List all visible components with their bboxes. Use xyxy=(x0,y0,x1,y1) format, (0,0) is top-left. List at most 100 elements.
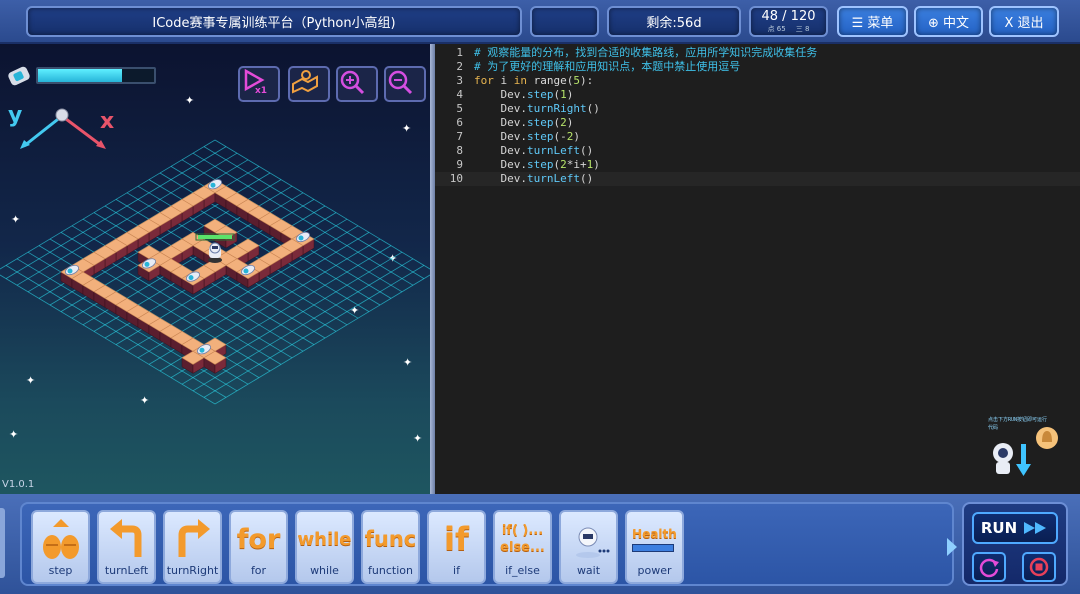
blank-panel xyxy=(530,6,599,37)
game-view: ✦ ✦ ✦ ✦ ✦ ✦ ✦ ✦ ✦ ✦ y x x1 V1.0.1 xyxy=(0,44,430,494)
speed-button[interactable]: x1 xyxy=(238,66,280,102)
zoom-in-button[interactable] xyxy=(336,66,378,102)
while-icon: while xyxy=(297,528,352,550)
star: ✦ xyxy=(350,304,359,317)
axis-y-label: y xyxy=(8,103,22,128)
line-number: 2 xyxy=(456,60,463,73)
run-button[interactable]: RUN xyxy=(972,512,1058,544)
map-button[interactable] xyxy=(288,66,330,102)
stop-button[interactable] xyxy=(1022,552,1056,582)
star: ✦ xyxy=(402,122,411,135)
speed-icon: x1 xyxy=(244,68,267,94)
reset-button[interactable] xyxy=(972,552,1006,582)
star: ✦ xyxy=(388,252,397,265)
bottom-bar: step turnLeft turnRight for for while while fun… xyxy=(0,494,1080,594)
line-number: 7 xyxy=(456,130,463,143)
if-icon: if xyxy=(444,520,469,558)
block-wait[interactable]: wait xyxy=(559,510,618,584)
block-turnright[interactable]: turnRight xyxy=(163,510,222,584)
code-line[interactable]: 2 # 为了更好的理解和应用知识点，本题中禁止使用逗号 xyxy=(435,60,1080,74)
code-text: Dev.step(2*i+1) xyxy=(500,158,600,171)
block-label: turnLeft xyxy=(104,564,149,577)
progress-count: 48 / 120 xyxy=(761,9,816,24)
block-label: function xyxy=(368,564,413,577)
line-number: 3 xyxy=(456,74,463,87)
block-label: for xyxy=(250,564,267,577)
zoom-out-button[interactable] xyxy=(384,66,426,102)
menu-button[interactable]: ☰ 菜单 xyxy=(837,6,908,37)
code-text: # 观察能量的分布，找到合适的收集路线，应用所学知识完成收集任务 xyxy=(474,46,818,59)
code-editor[interactable]: 1 # 观察能量的分布，找到合适的收集路线，应用所学知识完成收集任务 2 # 为了更好… xyxy=(435,44,1080,494)
code-line[interactable]: 1 # 观察能量的分布，找到合适的收集路线，应用所学知识完成收集任务 xyxy=(435,46,1080,60)
fast-forward-icon xyxy=(1024,522,1047,534)
code-line[interactable]: 3 for i in range(5): xyxy=(435,74,1080,88)
language-button[interactable]: ⊕ 中文 xyxy=(914,6,983,37)
code-block-tray: step turnLeft turnRight for for while while fun… xyxy=(20,502,954,586)
line-number: 8 xyxy=(456,144,463,157)
run-hint: 点击下方RUN按钮即可运行代码 xyxy=(988,416,1074,486)
map-icon xyxy=(292,70,318,94)
game-scene: ✦ ✦ ✦ ✦ ✦ ✦ ✦ ✦ ✦ ✦ y x xyxy=(0,94,430,445)
code-line[interactable]: 5 Dev.turnRight() xyxy=(435,102,1080,116)
zoom-out-icon xyxy=(388,70,413,95)
progress-stats: 点 65 三 8 xyxy=(768,26,810,33)
star: ✦ xyxy=(140,394,149,407)
block-step[interactable]: step xyxy=(31,510,90,584)
code-text: Dev.turnRight() xyxy=(500,102,600,115)
block-power[interactable]: Health power xyxy=(625,510,684,584)
zoom-in-icon xyxy=(340,70,365,95)
wait-icon xyxy=(561,514,616,564)
line-number: 10 xyxy=(449,172,463,185)
star: ✦ xyxy=(9,428,18,441)
code-text: Dev.step(1) xyxy=(500,88,574,101)
block-label: while xyxy=(310,564,339,577)
block-if-else[interactable]: if( )... else... if_else xyxy=(493,510,552,584)
block-for[interactable]: for for xyxy=(229,510,288,584)
star: ✦ xyxy=(403,356,412,369)
code-line[interactable]: 7 Dev.step(-2) xyxy=(435,130,1080,144)
version-label: V1.0.1 xyxy=(2,479,35,490)
star: ✦ xyxy=(26,374,35,387)
remaining-time: 剩余:56d xyxy=(607,6,741,37)
code-text: Dev.turnLeft() xyxy=(500,144,594,157)
code-text: for i in range(5): xyxy=(474,74,594,87)
tray-scroll-arrow-icon[interactable] xyxy=(945,536,959,558)
star: ✦ xyxy=(185,94,194,107)
refresh-icon xyxy=(979,558,999,578)
code-line[interactable]: 6 Dev.step(2) xyxy=(435,116,1080,130)
block-label: turnRight xyxy=(166,564,219,577)
line-number: 4 xyxy=(456,88,463,101)
block-label: if xyxy=(453,564,460,577)
block-label: if_else xyxy=(505,564,540,577)
block-turnleft[interactable]: turnLeft xyxy=(97,510,156,584)
function-icon: func xyxy=(364,527,417,551)
code-text: Dev.turnLeft() xyxy=(500,172,594,185)
code-line[interactable]: 9 Dev.step(2*i+1) xyxy=(435,158,1080,172)
code-text: Dev.step(2) xyxy=(500,116,574,129)
down-arrow-icon xyxy=(1016,444,1031,476)
code-line[interactable]: 8 Dev.turnLeft() xyxy=(435,144,1080,158)
block-function[interactable]: func function xyxy=(361,510,420,584)
energy-fill xyxy=(38,69,122,82)
axis-x-label: x xyxy=(100,109,114,134)
page-title: ICode赛事专属训练平台（Python小高组) xyxy=(26,6,522,37)
block-if[interactable]: if if xyxy=(427,510,486,584)
code-line[interactable]: 10 Dev.turnLeft() xyxy=(435,172,1080,186)
line-number: 9 xyxy=(456,158,463,171)
stop-icon xyxy=(1029,557,1049,577)
block-label: wait xyxy=(576,564,601,577)
block-label: power xyxy=(637,564,672,577)
line-number: 5 xyxy=(456,102,463,115)
line-number: 1 xyxy=(456,46,463,59)
top-bar: ICode赛事专属训练平台（Python小高组) 剩余:56d 48 / 120… xyxy=(0,0,1080,44)
hint-robot-icon xyxy=(993,443,1013,474)
run-panel: RUN xyxy=(962,502,1068,586)
turn-right-icon xyxy=(165,514,220,564)
svg-text:x1: x1 xyxy=(255,86,267,94)
power-icon: Health xyxy=(627,514,682,564)
tray-edge xyxy=(0,508,5,578)
for-icon: for xyxy=(236,523,281,555)
exit-button[interactable]: X 退出 xyxy=(989,6,1059,37)
code-line[interactable]: 4 Dev.step(1) xyxy=(435,88,1080,102)
block-while[interactable]: while while xyxy=(295,510,354,584)
